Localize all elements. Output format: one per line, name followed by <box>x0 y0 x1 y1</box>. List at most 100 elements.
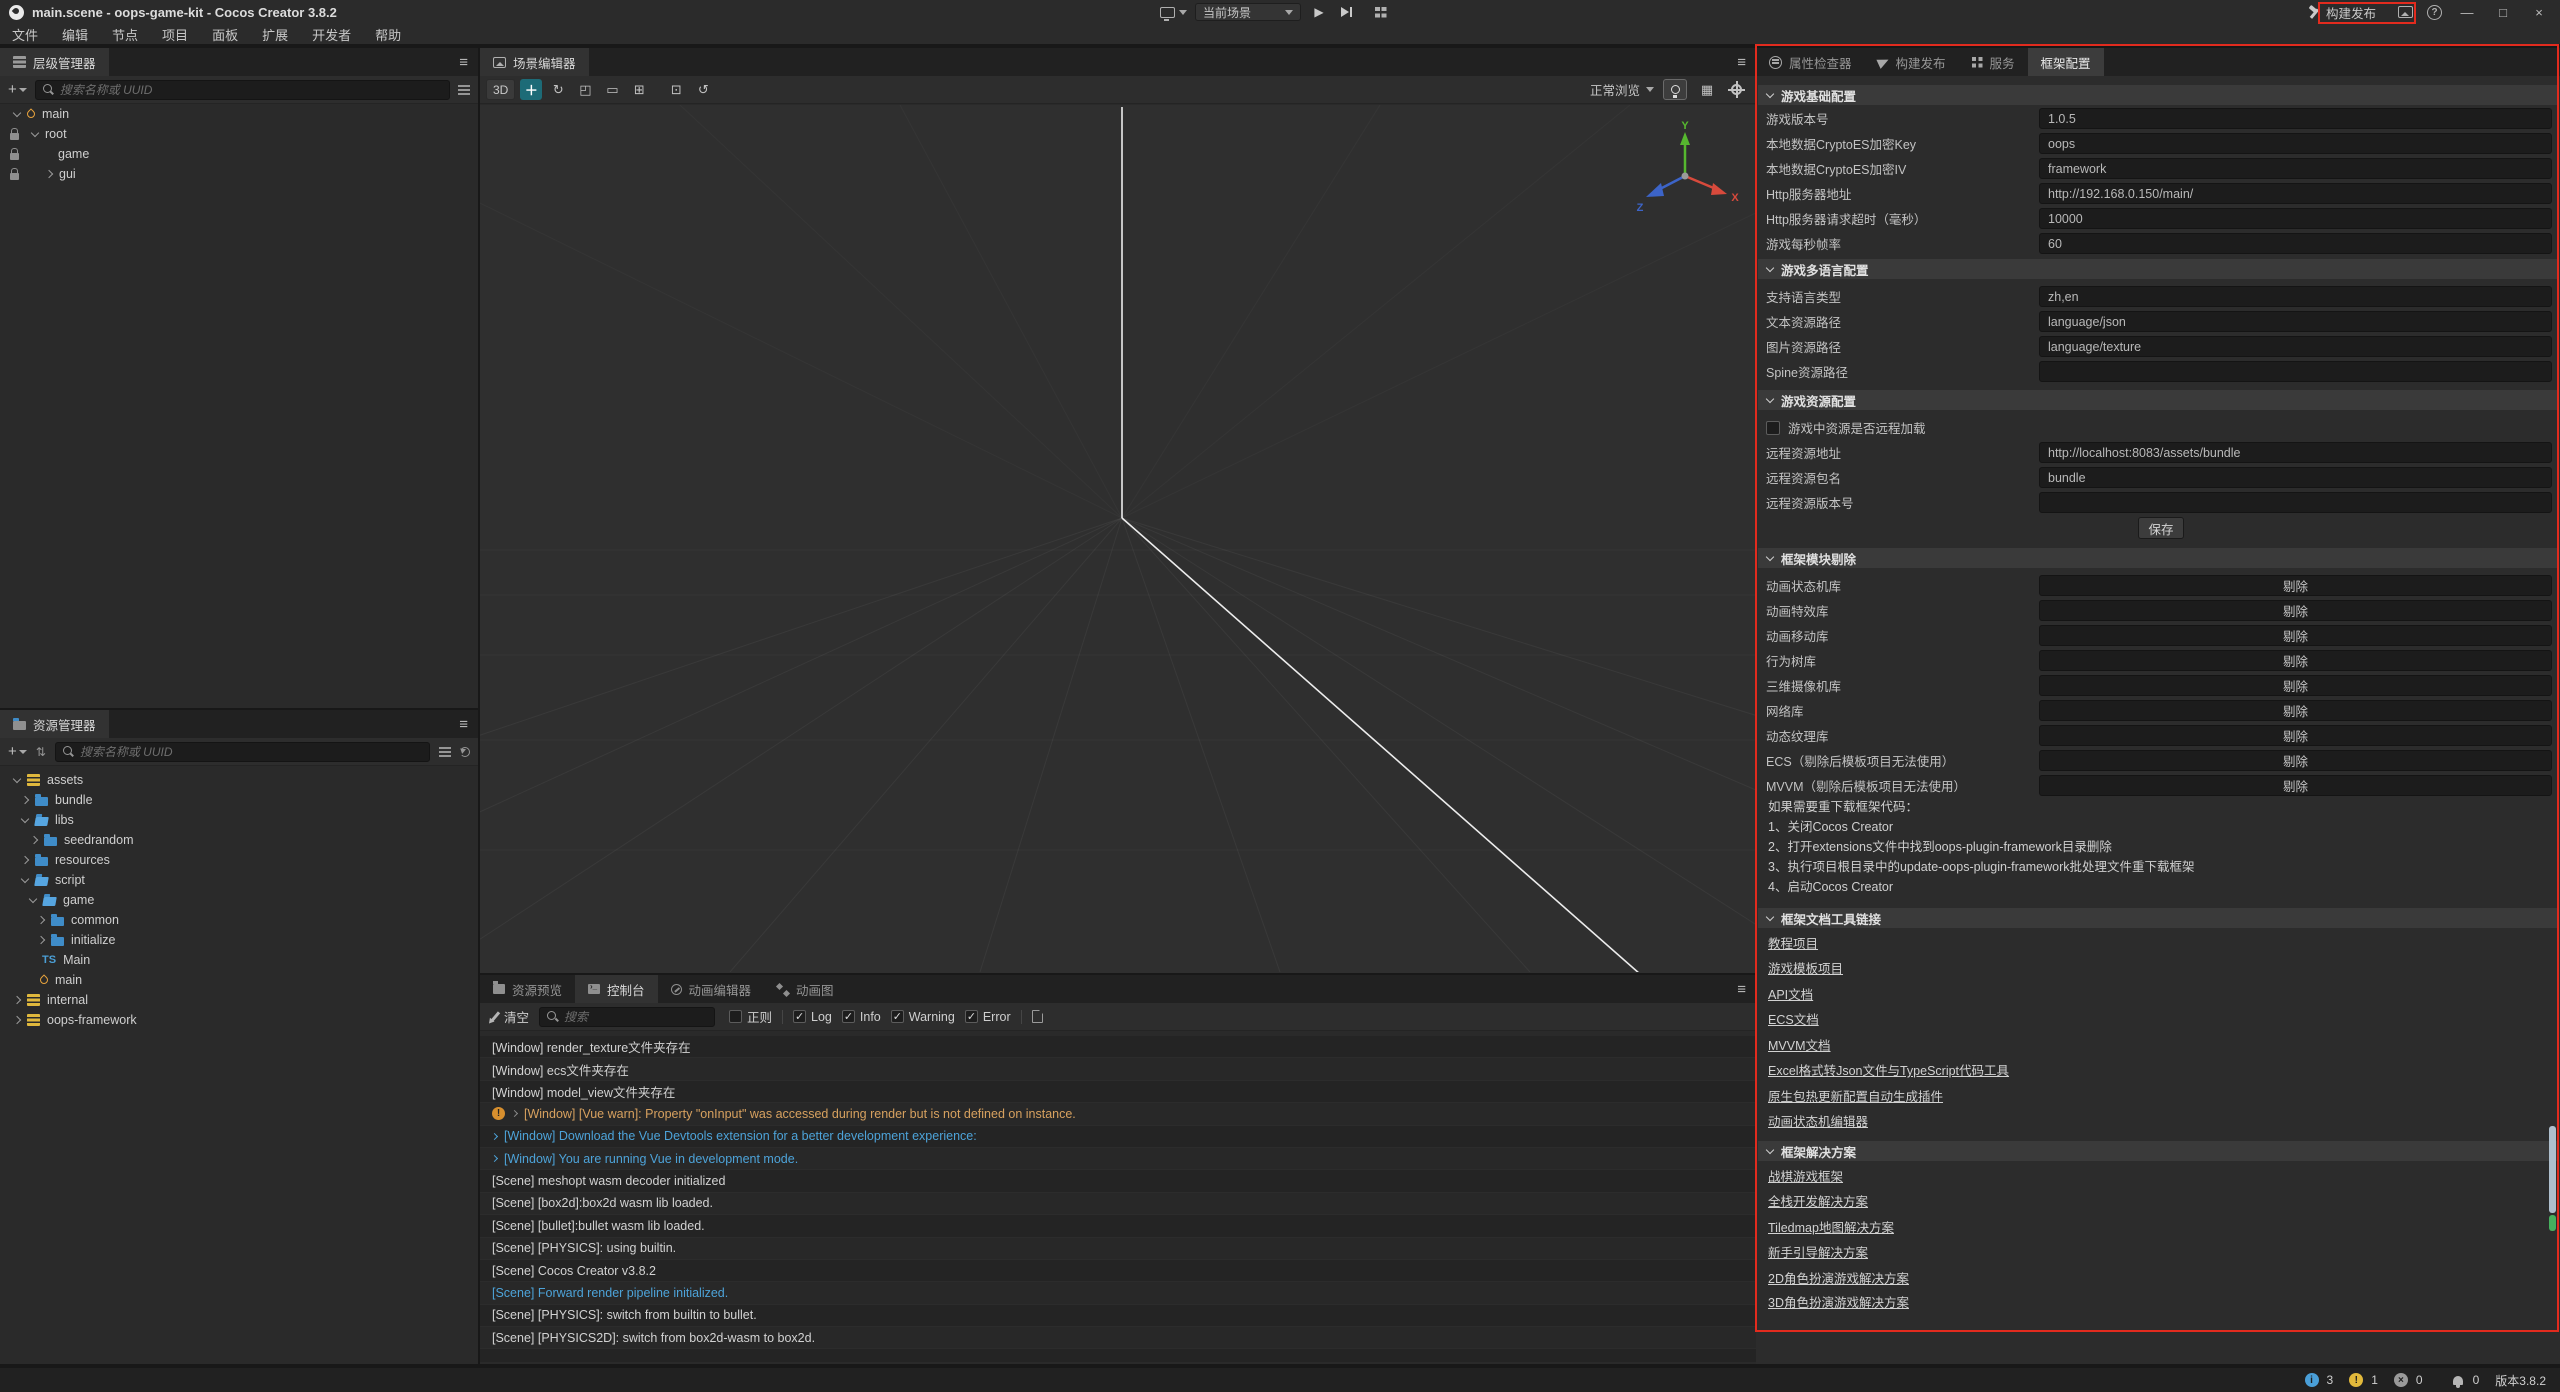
chevron-right-icon[interactable] <box>511 1110 518 1117</box>
sort-icon[interactable]: ⇅ <box>36 745 46 759</box>
tree-node-assets[interactable]: assets <box>0 770 478 790</box>
panel-menu-icon[interactable]: ≡ <box>459 48 468 76</box>
link-api-docs[interactable]: API文档 <box>1768 985 1813 1005</box>
menu-extension[interactable]: 扩展 <box>262 25 288 44</box>
section-solutions[interactable]: 框架解决方案 <box>1758 1141 2558 1161</box>
remove-module-button[interactable]: 剔除 <box>2039 625 2552 646</box>
menu-file[interactable]: 文件 <box>12 25 38 44</box>
open-log-file-icon[interactable] <box>1032 1010 1043 1023</box>
http-timeout-input[interactable] <box>2039 208 2552 229</box>
filter-icon[interactable] <box>458 85 470 87</box>
menu-developer[interactable]: 开发者 <box>312 25 351 44</box>
coord-toggle-button[interactable]: ↺ <box>692 79 714 100</box>
tab-asset-preview[interactable]: 资源预览 <box>480 975 575 1003</box>
gear-icon[interactable] <box>1731 84 1742 95</box>
panel-menu-icon[interactable]: ≡ <box>1737 975 1746 1003</box>
tree-node-resources[interactable]: resources <box>0 850 478 870</box>
filter-info-checkbox[interactable]: Info <box>842 1010 881 1024</box>
scene-viewport[interactable]: Y X Z <box>480 105 1756 973</box>
tree-node-initialize[interactable]: initialize <box>0 930 478 950</box>
tree-node-main-ts[interactable]: TS Main <box>0 950 478 970</box>
remove-module-button[interactable]: 剔除 <box>2039 725 2552 746</box>
lighting-toggle-button[interactable] <box>1663 79 1687 100</box>
warning-count-icon[interactable]: ! <box>2349 1373 2363 1387</box>
screenshot-icon[interactable] <box>2398 6 2413 18</box>
toggle-3d-button[interactable]: 3D <box>486 79 515 100</box>
maximize-button[interactable]: □ <box>2492 5 2514 20</box>
link-hotupdate-plugin[interactable]: 原生包热更新配置自动生成插件 <box>1768 1087 1943 1107</box>
console-search[interactable] <box>539 1007 715 1027</box>
tree-node-common[interactable]: common <box>0 910 478 930</box>
link-2d-rpg-solution[interactable]: 2D角色扮演游戏解决方案 <box>1768 1269 1909 1289</box>
chevron-right-icon[interactable] <box>13 996 21 1004</box>
remote-res-url-input[interactable] <box>2039 442 2552 463</box>
lock-icon[interactable] <box>10 133 19 140</box>
tab-services[interactable]: 服务 <box>1959 48 2028 76</box>
scale-tool-button[interactable]: ◰ <box>574 79 596 100</box>
filter-log-checkbox[interactable]: Log <box>793 1010 832 1024</box>
tree-node-internal[interactable]: internal <box>0 990 478 1010</box>
menu-node[interactable]: 节点 <box>112 25 138 44</box>
chevron-right-icon[interactable] <box>21 796 29 804</box>
filter-icon[interactable] <box>439 747 451 749</box>
game-version-input[interactable] <box>2039 108 2552 129</box>
current-scene-dropdown[interactable]: 当前场景 <box>1195 3 1301 21</box>
link-wargame-framework[interactable]: 战棋游戏框架 <box>1768 1167 1843 1187</box>
help-icon[interactable]: ? <box>2427 5 2442 20</box>
scrollbar-thumb[interactable] <box>2549 1126 2556 1213</box>
chevron-right-icon[interactable] <box>30 836 38 844</box>
link-guide-solution[interactable]: 新手引导解决方案 <box>1768 1243 1868 1263</box>
section-docs-links[interactable]: 框架文档工具链接 <box>1758 908 2558 928</box>
chevron-right-icon[interactable] <box>37 936 45 944</box>
section-module-removal[interactable]: 框架模块剔除 <box>1758 548 2558 568</box>
fps-input[interactable] <box>2039 233 2552 254</box>
view-mode-dropdown[interactable]: 正常浏览 <box>1590 80 1654 99</box>
notification-bell-icon[interactable] <box>2453 1376 2463 1385</box>
link-mvvm-docs[interactable]: MVVM文档 <box>1768 1036 1831 1056</box>
link-excel-tool[interactable]: Excel格式转Json文件与TypeScript代码工具 <box>1768 1061 2009 1081</box>
tree-node-game-folder[interactable]: game <box>0 890 478 910</box>
error-count[interactable]: 0 <box>2416 1373 2423 1387</box>
link-template-project[interactable]: 游戏模板项目 <box>1768 959 1843 979</box>
tab-animation-editor[interactable]: 动画编辑器 <box>658 975 765 1003</box>
anchor-tool-button[interactable]: ⊞ <box>628 79 650 100</box>
section-basic-config[interactable]: 游戏基础配置 <box>1758 85 2558 105</box>
remove-module-button[interactable]: 剔除 <box>2039 575 2552 596</box>
chevron-right-icon[interactable] <box>491 1155 498 1162</box>
chevron-down-icon[interactable] <box>29 895 37 903</box>
info-count-icon[interactable]: i <box>2305 1373 2319 1387</box>
crypto-iv-input[interactable] <box>2039 158 2552 179</box>
lock-icon[interactable] <box>10 153 19 160</box>
tree-node-main-scene[interactable]: main <box>0 970 478 990</box>
notification-count[interactable]: 0 <box>2473 1373 2480 1387</box>
save-button[interactable]: 保存 <box>2138 517 2184 539</box>
info-count[interactable]: 3 <box>2327 1373 2334 1387</box>
tab-property-inspector[interactable]: 属性检查器 <box>1756 48 1865 76</box>
remove-module-button[interactable]: 剔除 <box>2039 750 2552 771</box>
link-3d-rpg-solution[interactable]: 3D角色扮演游戏解决方案 <box>1768 1293 1909 1313</box>
build-publish-button[interactable]: 构建发布 <box>2299 1 2384 24</box>
chevron-down-icon[interactable] <box>21 875 29 883</box>
tree-node-bundle[interactable]: bundle <box>0 790 478 810</box>
filter-error-checkbox[interactable]: Error <box>965 1010 1011 1024</box>
remote-load-checkbox-row[interactable]: 游戏中资源是否远程加载 <box>1766 415 2552 440</box>
link-fullstack-solution[interactable]: 全栈开发解决方案 <box>1768 1192 1868 1212</box>
chevron-down-icon[interactable] <box>13 109 21 117</box>
tab-assets[interactable]: 资源管理器 <box>0 710 109 738</box>
chevron-down-icon[interactable] <box>31 129 39 137</box>
section-i18n-config[interactable]: 游戏多语言配置 <box>1758 259 2558 279</box>
remote-bundle-name-input[interactable] <box>2039 467 2552 488</box>
menu-edit[interactable]: 编辑 <box>62 25 88 44</box>
step-button[interactable] <box>1337 4 1357 20</box>
lock-icon[interactable] <box>10 173 19 180</box>
chevron-down-icon[interactable] <box>13 775 21 783</box>
chevron-right-icon[interactable] <box>37 916 45 924</box>
tab-animation-graph[interactable]: 动画图 <box>764 975 847 1003</box>
log-row-expandable[interactable]: [Window] Download the Vue Devtools exten… <box>480 1126 1756 1148</box>
remove-module-button[interactable]: 剔除 <box>2039 700 2552 721</box>
remote-res-version-input[interactable] <box>2039 492 2552 513</box>
filter-warning-checkbox[interactable]: Warning <box>891 1010 955 1024</box>
languages-input[interactable] <box>2039 286 2552 307</box>
pivot-toggle-button[interactable]: ⊡ <box>665 79 687 100</box>
link-ecs-docs[interactable]: ECS文档 <box>1768 1010 1819 1030</box>
